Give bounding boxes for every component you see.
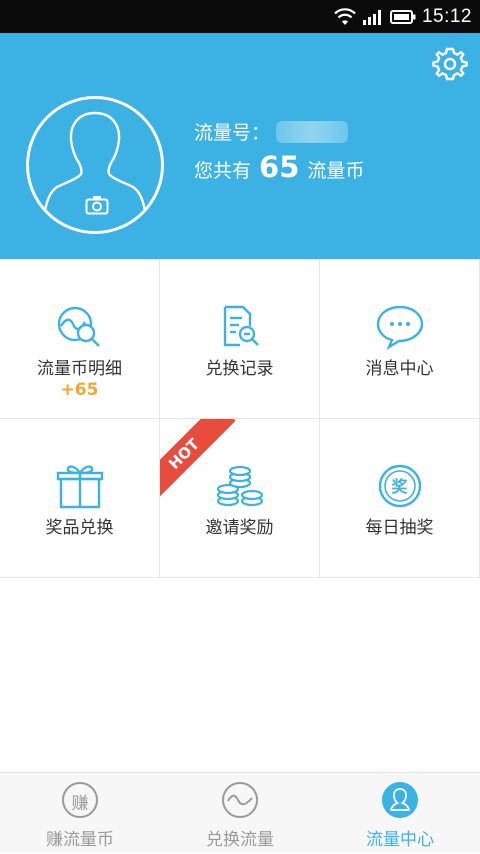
wifi-icon [334,7,356,25]
coin-stack-icon [216,465,263,507]
grid-item-label: 每日抽奖 [365,518,434,538]
coin-balance-row: 您共有 65 流量币 [194,150,364,184]
grid-item-coin-detail[interactable]: 流量币明细 +65 [0,260,160,419]
wave-circle-icon [222,782,258,818]
tab-label: 兑换流量 [206,830,274,850]
user-id-row: 流量号： [194,118,349,145]
tab-data-center[interactable]: 流量中心 [320,773,480,854]
earn-coins-icon-text: 赚 [71,794,89,814]
bottom-navigation: 赚 赚流量币 兑换流量 流量中心 [0,772,480,853]
grid-item-label: 奖品兑换 [45,518,114,538]
coin-increment-badge: +65 [60,380,99,400]
gift-icon [56,465,103,509]
battery-icon [389,9,416,24]
coin-balance-prefix: 您共有 [194,160,252,182]
user-circle-icon [382,782,418,818]
coin-balance-value: 65 [259,150,300,184]
tab-label: 赚流量币 [46,830,114,850]
lottery-icon-text: 奖 [391,477,408,496]
grid-item-prize-exchange[interactable]: 奖品兑换 [0,419,160,578]
grid-item-message-center[interactable]: 消息中心 [320,260,480,419]
status-icons: 15:12 [334,0,472,33]
profile-header: 流量号： 您共有 65 流量币 [0,33,480,259]
grid-item-label: 消息中心 [365,359,434,379]
grid-item-label: 兑换记录 [205,359,274,379]
grid-item-label: 邀请奖励 [205,518,274,538]
function-grid: 流量币明细 +65 兑换记录 消息中心 奖品兑换 HOT 邀请奖励 奖 每日抽奖 [0,259,480,579]
clock-time: 15:12 [421,5,472,27]
grid-item-label: 流量币明细 [37,359,122,379]
user-id-value-redacted [276,120,349,143]
document-search-icon [223,305,259,347]
avatar[interactable] [26,96,164,234]
coin-balance-unit: 流量币 [307,160,365,182]
tab-exchange-data[interactable]: 兑换流量 [160,773,320,854]
camera-icon[interactable] [85,195,109,215]
chat-bubble-icon [376,305,423,350]
settings-gear-icon[interactable] [432,46,468,82]
user-id-label: 流量号： [194,122,271,144]
grid-item-exchange-records[interactable]: 兑换记录 [160,260,320,419]
tab-label: 流量中心 [366,830,434,850]
coin-detail-search-icon [57,306,100,347]
tab-earn-coins[interactable]: 赚 赚流量币 [0,773,160,854]
signal-icon [362,9,381,25]
grid-item-daily-lottery[interactable]: 奖 每日抽奖 [320,419,480,578]
grid-item-invite-reward[interactable]: HOT 邀请奖励 [160,419,320,578]
status-bar: 15:12 [0,0,480,33]
